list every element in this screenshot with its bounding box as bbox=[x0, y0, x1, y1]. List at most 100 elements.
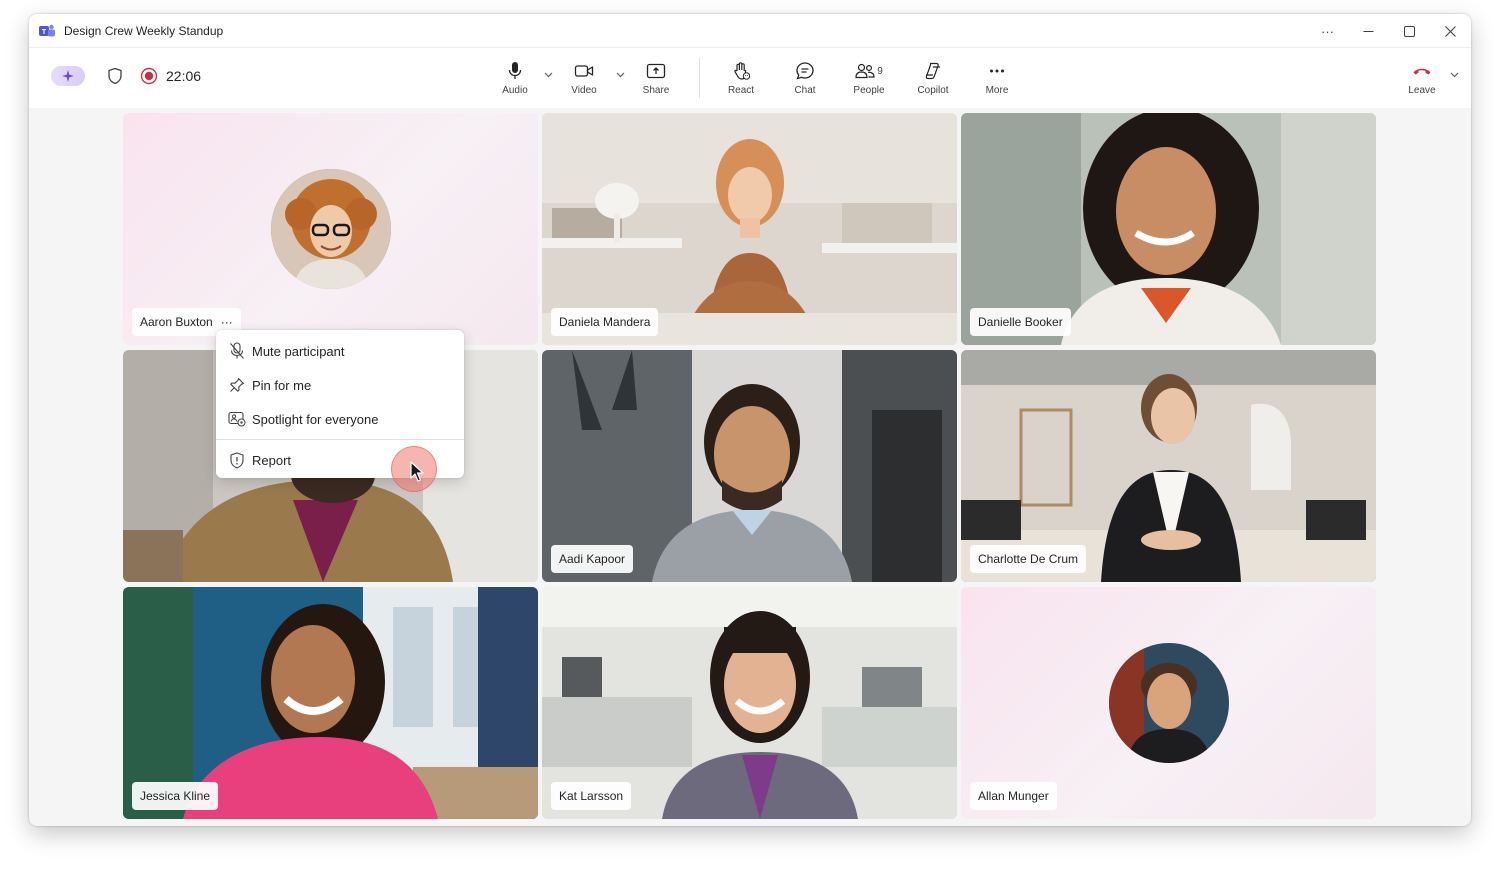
participant-tile-active-speaker[interactable]: Charlotte De Crum bbox=[961, 350, 1376, 582]
video-button[interactable]: Video bbox=[555, 48, 613, 108]
menu-separator bbox=[216, 439, 464, 440]
chevron-down-icon bbox=[616, 72, 624, 78]
audio-label: Audio bbox=[502, 85, 528, 96]
more-horizontal-icon bbox=[990, 69, 1004, 73]
menu-item-label: Report bbox=[252, 452, 292, 468]
more-label: More bbox=[985, 85, 1009, 96]
chevron-down-icon bbox=[1450, 72, 1458, 78]
people-label: People bbox=[853, 85, 885, 96]
participant-more-button[interactable]: ··· bbox=[221, 315, 233, 329]
participant-name: Allan Munger bbox=[978, 789, 1049, 803]
shield-icon bbox=[108, 67, 122, 85]
meeting-info: 22:06 bbox=[51, 66, 201, 86]
chat-label: Chat bbox=[794, 85, 816, 96]
participant-name: Daniela Mandera bbox=[559, 315, 651, 329]
meeting-security-button[interactable] bbox=[106, 67, 124, 85]
avatar-portrait bbox=[1108, 643, 1229, 763]
svg-text:T: T bbox=[42, 29, 47, 36]
spotlight-icon bbox=[228, 411, 246, 427]
toolbar-divider bbox=[699, 58, 700, 98]
react-label: React bbox=[727, 85, 755, 96]
recording-indicator[interactable] bbox=[140, 67, 158, 85]
participant-name: Danielle Booker bbox=[978, 315, 1063, 329]
meeting-controls: Audio Video Share React Chat 9 People Co… bbox=[489, 48, 1024, 108]
avatar bbox=[1108, 643, 1229, 763]
people-icon bbox=[855, 63, 875, 79]
participant-tile[interactable]: Kat Larsson bbox=[542, 587, 957, 819]
teams-logo-icon: T bbox=[39, 24, 55, 36]
menu-item-mute-participant[interactable]: Mute participant bbox=[216, 334, 464, 368]
minimize-icon bbox=[1363, 30, 1374, 32]
hang-up-icon bbox=[1413, 68, 1431, 75]
sparkle-icon bbox=[62, 70, 74, 82]
menu-item-label: Spotlight for everyone bbox=[252, 411, 379, 427]
participant-tile[interactable]: Jessica Kline bbox=[123, 587, 538, 819]
window-controls: ··· bbox=[1307, 14, 1471, 47]
react-button[interactable]: React bbox=[714, 48, 768, 108]
chat-button[interactable]: Chat bbox=[768, 48, 842, 108]
more-button[interactable]: More bbox=[970, 48, 1024, 108]
participant-tile[interactable]: Aaron Buxton ··· bbox=[123, 113, 538, 345]
chevron-down-icon bbox=[544, 72, 552, 78]
close-button[interactable] bbox=[1430, 14, 1471, 48]
copilot-sparkle-button[interactable] bbox=[51, 66, 85, 86]
close-icon bbox=[1445, 25, 1456, 37]
participant-name: Charlotte De Crum bbox=[978, 552, 1079, 566]
leave-label: Leave bbox=[1408, 85, 1436, 96]
participant-name-tag: Jessica Kline bbox=[132, 782, 219, 810]
title-bar: T Design Crew Weekly Standup ··· bbox=[29, 14, 1471, 48]
share-label: Share bbox=[642, 85, 670, 96]
mic-off-icon bbox=[230, 342, 244, 359]
microphone-icon bbox=[508, 62, 522, 79]
leave-options-chevron[interactable] bbox=[1447, 45, 1461, 105]
copilot-icon bbox=[925, 62, 940, 80]
participant-tile[interactable]: Danielle Booker bbox=[961, 113, 1376, 345]
participant-name: Jessica Kline bbox=[140, 789, 211, 803]
shield-alert-icon bbox=[230, 451, 244, 469]
participant-name: Kat Larsson bbox=[559, 789, 624, 803]
participant-name-tag: Daniela Mandera bbox=[551, 308, 659, 336]
avatar-portrait bbox=[270, 169, 391, 289]
participant-name-tag: Charlotte De Crum bbox=[970, 545, 1087, 573]
participant-tile[interactable]: Aadi Kapoor bbox=[542, 350, 957, 582]
copilot-label: Copilot bbox=[917, 85, 949, 96]
video-options-chevron[interactable] bbox=[613, 45, 627, 105]
leave-controls: Leave bbox=[1397, 48, 1461, 108]
window-title: Design Crew Weekly Standup bbox=[64, 23, 224, 38]
leave-button[interactable]: Leave bbox=[1397, 48, 1447, 108]
participant-tile[interactable]: Allan Munger bbox=[961, 587, 1376, 819]
people-button[interactable]: 9 People bbox=[842, 48, 896, 108]
video-camera-icon bbox=[574, 65, 594, 77]
mouse-cursor-icon bbox=[410, 461, 424, 482]
maximize-icon bbox=[1404, 25, 1415, 37]
participant-name-tag: Aadi Kapoor bbox=[551, 545, 634, 573]
participant-tile[interactable]: Daniela Mandera bbox=[542, 113, 957, 345]
menu-item-pin-for-me[interactable]: Pin for me bbox=[216, 368, 464, 402]
pin-icon bbox=[230, 377, 245, 392]
menu-item-spotlight-for-everyone[interactable]: Spotlight for everyone bbox=[216, 402, 464, 436]
participant-name-tag: Danielle Booker bbox=[970, 308, 1071, 336]
menu-item-label: Mute participant bbox=[252, 343, 345, 359]
copilot-button[interactable]: Copilot bbox=[896, 48, 970, 108]
avatar bbox=[270, 169, 391, 289]
share-screen-icon bbox=[646, 63, 666, 79]
participant-name-tag: Allan Munger bbox=[970, 782, 1057, 810]
audio-options-chevron[interactable] bbox=[541, 45, 555, 105]
menu-item-label: Pin for me bbox=[252, 377, 312, 393]
share-button[interactable]: Share bbox=[627, 48, 685, 108]
meeting-timer: 22:06 bbox=[166, 68, 202, 84]
teams-meeting-window: T Design Crew Weekly Standup ··· 22:06 A… bbox=[29, 14, 1471, 826]
meeting-toolbar: 22:06 Audio Video Share React Chat 9 Peo… bbox=[29, 48, 1471, 108]
chat-icon bbox=[796, 62, 814, 80]
participant-name-tag: Kat Larsson bbox=[551, 782, 632, 810]
audio-button[interactable]: Audio bbox=[489, 48, 541, 108]
window-more-button[interactable]: ··· bbox=[1307, 14, 1348, 48]
maximize-button[interactable] bbox=[1389, 14, 1430, 48]
minimize-button[interactable] bbox=[1348, 14, 1389, 48]
raise-hand-icon bbox=[734, 62, 751, 80]
participant-name: Aadi Kapoor bbox=[559, 552, 626, 566]
people-count: 9 bbox=[877, 65, 883, 77]
participant-name: Aaron Buxton bbox=[140, 315, 213, 329]
video-label: Video bbox=[571, 85, 597, 96]
record-icon bbox=[140, 67, 158, 85]
